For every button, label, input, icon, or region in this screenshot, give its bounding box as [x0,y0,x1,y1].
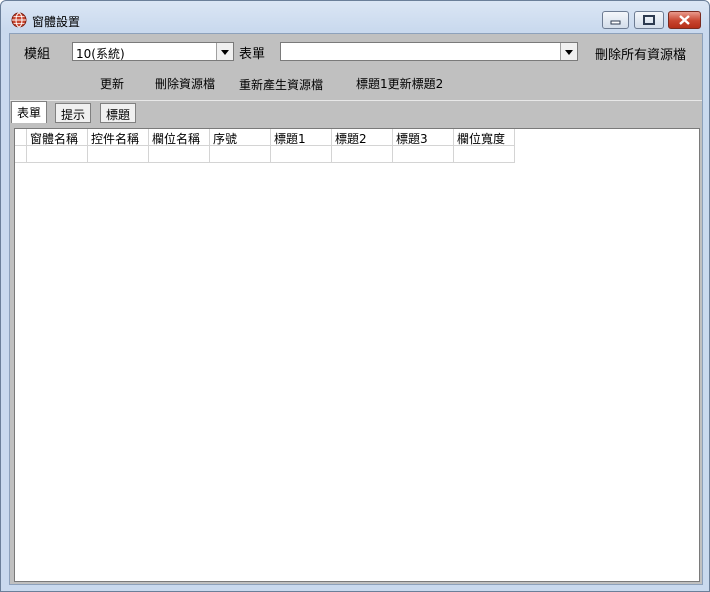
tab-title[interactable]: 標題 [100,103,137,123]
table-cell[interactable] [88,146,149,163]
form-select[interactable] [280,42,578,61]
tab-form-label: 表單 [17,106,42,120]
maximize-icon [643,15,655,25]
minimize-button[interactable] [602,11,629,29]
row-header[interactable] [15,146,27,163]
form-label: 表單 [239,47,266,62]
regenerate-resource-button[interactable]: 重新產生資源檔 [239,76,323,93]
tab-form[interactable]: 表單 [11,101,48,123]
column-header[interactable]: 窗體名稱 [27,129,88,146]
module-select[interactable]: 10(系統) [72,42,234,61]
close-icon [679,15,690,25]
module-select-value: 10(系統) [76,47,125,61]
row-header-corner [15,129,27,146]
tab-strip: 表單 提示 標題 [10,100,702,125]
table-cell[interactable] [454,146,515,163]
chevron-down-icon[interactable] [560,43,577,60]
data-grid[interactable]: 窗體名稱 控件名稱 欄位名稱 序號 標題1 標題2 標題3 欄位寬度 [14,128,700,582]
title-bar[interactable]: 窗體設置 [1,1,709,35]
minimize-icon [610,20,621,25]
column-header[interactable]: 欄位寬度 [454,129,515,146]
title1-update-title2-button[interactable]: 標題1更新標題2 [356,75,443,92]
table-cell[interactable] [210,146,271,163]
column-header[interactable]: 序號 [210,129,271,146]
column-header[interactable]: 欄位名稱 [149,129,210,146]
column-header[interactable]: 標題1 [271,129,332,146]
tab-title-label: 標題 [106,108,131,122]
column-header[interactable]: 標題2 [332,129,393,146]
table-cell[interactable] [393,146,454,163]
update-button[interactable]: 更新 [100,75,124,92]
globe-app-icon [11,12,27,28]
table-cell[interactable] [271,146,332,163]
client-area: 模組 10(系統) 表單 刪除所有資源檔 更新 刪除資源檔 重新產生資源檔 標題… [9,33,703,585]
window-title: 窗體設置 [32,15,81,29]
module-label: 模組 [24,47,51,62]
delete-resource-button[interactable]: 刪除資源檔 [155,75,215,92]
table-cell[interactable] [149,146,210,163]
maximize-button[interactable] [634,11,664,29]
column-header[interactable]: 控件名稱 [88,129,149,146]
column-header[interactable]: 標題3 [393,129,454,146]
table-cell[interactable] [332,146,393,163]
tab-hint-label: 提示 [61,108,86,122]
table-cell[interactable] [27,146,88,163]
close-button[interactable] [668,11,701,29]
main-window: 窗體設置 模組 10(系統) 表單 刪除所有資源檔 更新 刪除資源檔 重新產生資… [0,0,710,592]
tab-hint[interactable]: 提示 [55,103,92,123]
chevron-down-icon[interactable] [216,43,233,60]
delete-all-resources-button[interactable]: 刪除所有資源檔 [595,44,686,63]
